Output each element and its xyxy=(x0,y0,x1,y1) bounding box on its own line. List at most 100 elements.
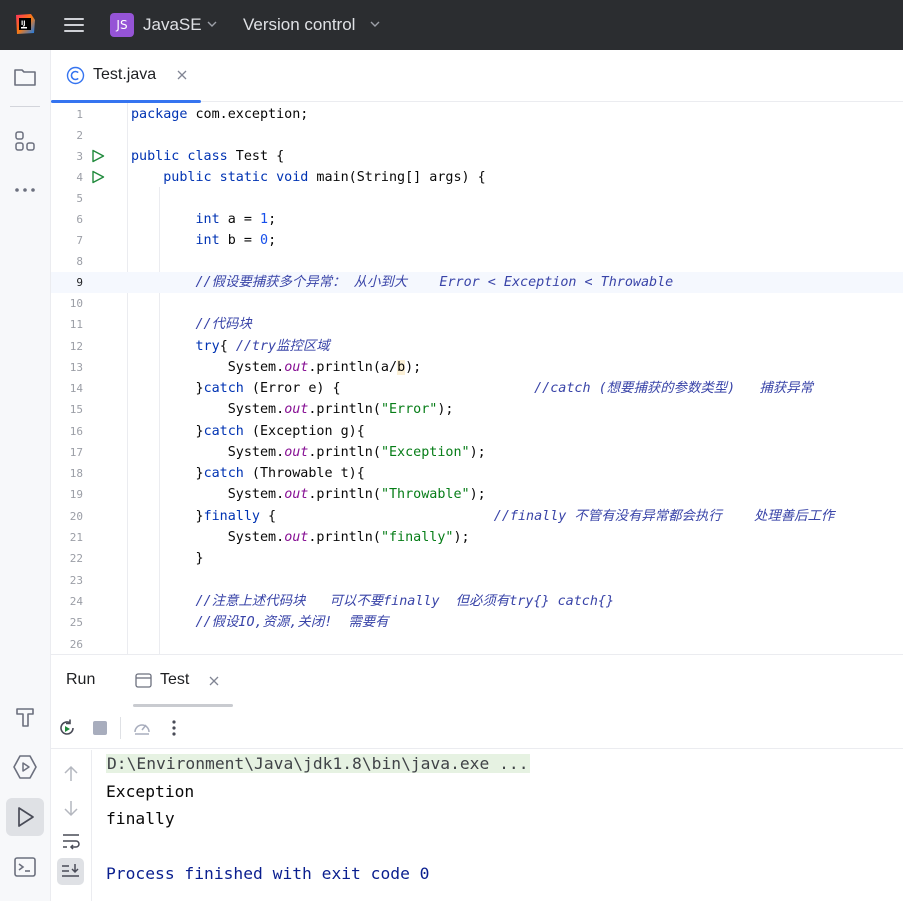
token-text: System. xyxy=(227,487,285,502)
token-text: b = xyxy=(219,233,260,248)
tab-test-java[interactable]: Test.java xyxy=(51,50,201,103)
token-field: out xyxy=(284,530,309,545)
run-tool-icon[interactable] xyxy=(6,798,44,836)
more-tools-icon[interactable] xyxy=(11,176,39,204)
token-field: out xyxy=(284,402,309,417)
token-text: .println( xyxy=(308,530,381,545)
services-icon[interactable] xyxy=(11,753,39,781)
terminal-icon[interactable] xyxy=(11,853,39,881)
line-number: 22 xyxy=(69,552,83,565)
token-highlight: b xyxy=(397,360,406,375)
main-menu-button[interactable] xyxy=(62,14,86,36)
line-number: 3 xyxy=(76,150,83,163)
code-line: 16 }catch (Exception g){ xyxy=(51,421,903,442)
rerun-icon[interactable] xyxy=(57,718,77,738)
code-line: 3 public class Test { xyxy=(51,146,903,167)
soft-wrap-icon[interactable] xyxy=(59,829,83,853)
line-number: 15 xyxy=(69,403,83,416)
token-text: System. xyxy=(227,360,285,375)
arrow-down-icon[interactable] xyxy=(59,796,83,820)
vcs-menu[interactable]: Version control xyxy=(243,14,355,36)
code-line: 4 public static void main(String[] args)… xyxy=(51,167,903,188)
structure-icon[interactable] xyxy=(11,127,39,155)
token-text: { xyxy=(219,339,236,354)
token-comment: //假设要捕获多个异常： 从小到大 Error < Exception < Th… xyxy=(195,275,674,290)
scroll-to-end-button[interactable] xyxy=(57,858,84,885)
code-line: 26 xyxy=(51,634,903,654)
token-text: System. xyxy=(227,445,285,460)
code-line: 11 //代码块 xyxy=(51,314,903,335)
project-badge[interactable]: JS xyxy=(110,13,134,37)
line-number: 7 xyxy=(76,234,83,247)
scroll-to-end-icon xyxy=(62,864,79,877)
line-number: 6 xyxy=(76,213,83,226)
code-line: 7 int b = 0; xyxy=(51,230,903,251)
token-text: System. xyxy=(227,402,285,417)
token-text: ); xyxy=(405,360,422,375)
run-tab-label: Test xyxy=(160,671,190,688)
vcs-chevron-down-icon[interactable] xyxy=(369,18,381,30)
run-tab-test[interactable]: Test xyxy=(133,655,233,707)
run-class-gutter-icon[interactable] xyxy=(91,149,105,163)
run-main-gutter-icon[interactable] xyxy=(91,170,105,184)
token-number: 0 xyxy=(260,233,269,248)
line-number: 16 xyxy=(69,425,83,438)
build-hammer-icon[interactable] xyxy=(11,703,39,731)
code-line: 14 }catch (Error e) { //catch (想要捕获的参数类型… xyxy=(51,378,903,399)
code-line: 15 System.out.println("Error"); xyxy=(51,399,903,420)
token-text: } xyxy=(195,509,204,524)
left-tool-strip xyxy=(0,50,51,901)
line-number: 20 xyxy=(69,510,83,523)
console-exit-message: Process finished with exit code 0 xyxy=(106,864,430,883)
line-number: 8 xyxy=(76,255,83,268)
token-text: com.exception; xyxy=(187,107,309,122)
more-options-icon[interactable] xyxy=(164,718,184,738)
token-text: ); xyxy=(453,530,470,545)
stop-icon[interactable] xyxy=(90,718,110,738)
run-tab-close-icon[interactable] xyxy=(208,675,220,687)
token-keyword: finally xyxy=(203,509,260,524)
line-number: 11 xyxy=(69,318,83,331)
line-number: 5 xyxy=(76,192,83,205)
token-text: ); xyxy=(469,445,486,460)
profiler-icon[interactable] xyxy=(132,718,152,738)
token-text: (Exception g){ xyxy=(243,424,365,439)
token-comment: //注意上述代码块 可以不要finally 但必须有try{} catch{} xyxy=(195,594,615,609)
token-keyword: package xyxy=(131,107,188,122)
line-number: 12 xyxy=(69,340,83,353)
current-code-line: 9 //假设要捕获多个异常： 从小到大 Error < Exception < … xyxy=(51,272,903,293)
intellij-logo-icon[interactable]: IJ xyxy=(13,12,37,36)
line-number: 14 xyxy=(69,382,83,395)
console-output-line: finally xyxy=(106,809,175,828)
run-toolbar xyxy=(51,707,903,749)
token-comment: //finally 不管有没有异常都会执行 处理善后工作 xyxy=(493,509,835,524)
token-keyword: int xyxy=(195,212,220,227)
code-line: 23 xyxy=(51,570,903,591)
project-name[interactable]: JavaSE xyxy=(143,14,202,36)
console-side-toolbar xyxy=(51,750,92,901)
arrow-up-icon[interactable] xyxy=(59,762,83,786)
code-line: 13 System.out.println(a/b); xyxy=(51,357,903,378)
token-number: 1 xyxy=(260,212,269,227)
code-editor[interactable]: 1 package com.exception; 2 3 public clas… xyxy=(51,103,903,654)
token-text: } xyxy=(195,424,204,439)
line-number: 25 xyxy=(69,616,83,629)
tab-label: Test.java xyxy=(93,66,157,83)
token-keyword: public static void xyxy=(163,170,309,185)
project-folder-icon[interactable] xyxy=(11,63,39,91)
token-text: a = xyxy=(219,212,260,227)
token-text: .println( xyxy=(308,402,381,417)
line-number: 21 xyxy=(69,531,83,544)
token-string: "Throwable" xyxy=(380,487,470,502)
token-string: "Error" xyxy=(380,402,438,417)
project-chevron-down-icon[interactable] xyxy=(206,18,218,30)
token-text: } xyxy=(195,466,204,481)
code-line: 19 System.out.println("Throwable"); xyxy=(51,484,903,505)
console-output[interactable]: D:\Environment\Java\jdk1.8\bin\java.exe … xyxy=(92,750,903,901)
tool-separator xyxy=(10,106,40,107)
editor-tab-bar: Test.java xyxy=(51,50,903,103)
token-text: main(String[] args) { xyxy=(308,170,486,185)
token-keyword: catch xyxy=(203,424,244,439)
tab-close-icon[interactable] xyxy=(175,68,189,82)
console-command-line[interactable]: D:\Environment\Java\jdk1.8\bin\java.exe … xyxy=(106,754,530,773)
